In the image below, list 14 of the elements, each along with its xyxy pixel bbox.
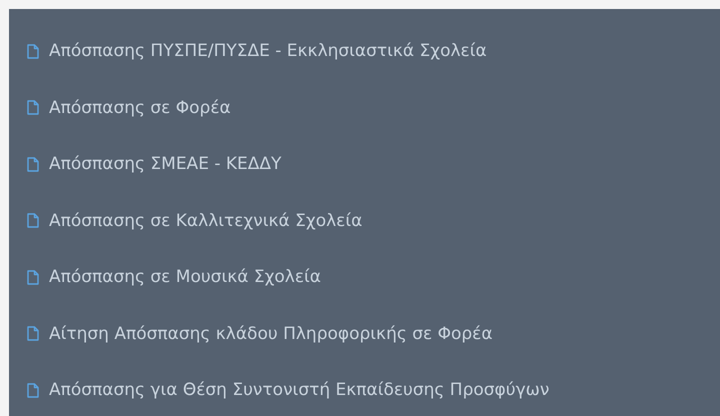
menu-item[interactable]: Απόσπασης ΣΜΕΑΕ - ΚΕΔΔΥ (9, 136, 282, 192)
menu-item[interactable]: Απόσπασης σε Φορέα (9, 80, 231, 136)
document-icon (27, 382, 39, 398)
menu-item[interactable]: Αίτηση Απόσπασης κλάδου Πληροφορικής σε Φορέα (9, 306, 493, 362)
document-icon (27, 100, 39, 116)
document-icon (27, 156, 39, 172)
document-icon (27, 326, 39, 342)
document-icon (27, 270, 39, 285)
menu-item[interactable]: Απόσπασης σε Καλλιτεχνικά Σχολεία (9, 192, 362, 249)
menu-item[interactable]: Απόσπασης ΠΥΣΠΕ/ΠΥΣΔΕ - Εκκλησιαστικά Σχολεία (9, 23, 487, 80)
menu-item[interactable]: Απόσπασης για Θέση Συντονιστή Εκπαίδευσης Προσφύγων (9, 362, 550, 416)
document-icon (27, 44, 39, 59)
document-icon (27, 213, 39, 228)
menu-item[interactable]: Απόσπασης σε Μουσικά Σχολεία (9, 249, 322, 306)
